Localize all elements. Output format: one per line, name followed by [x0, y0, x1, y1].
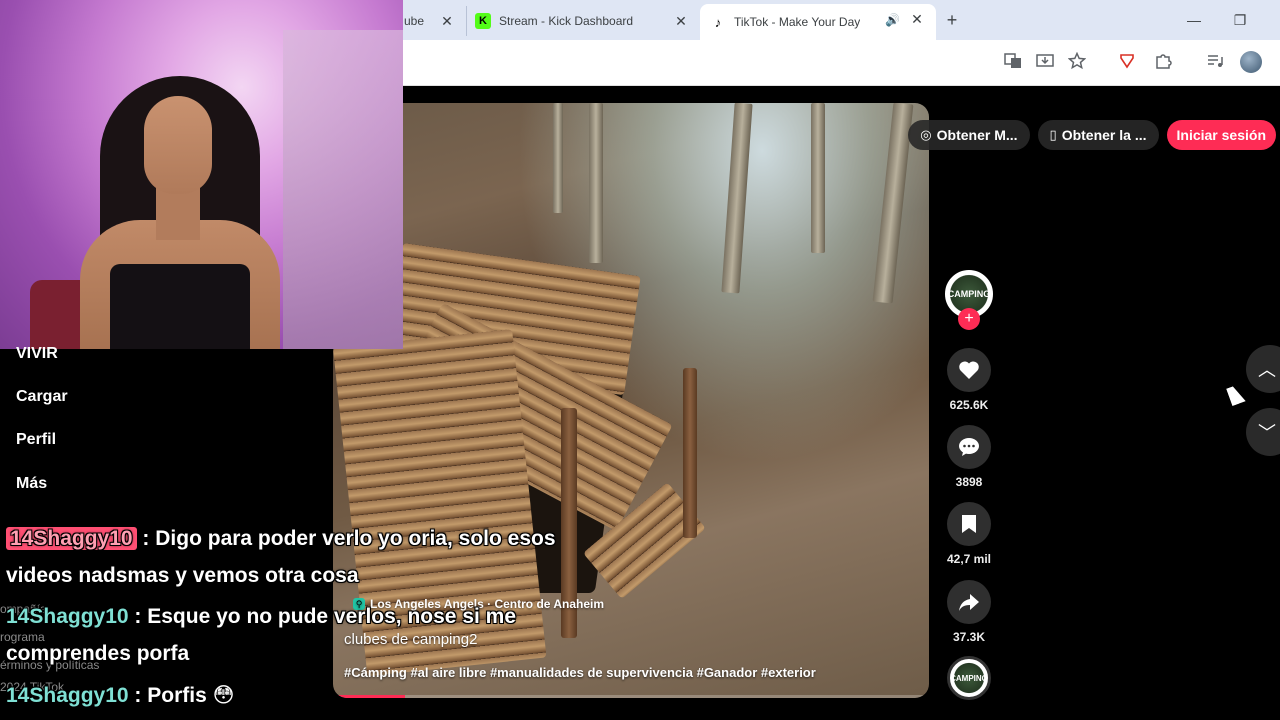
tiktok-favicon-icon: ♪: [710, 14, 726, 30]
chat-message: 14Shaggy10 : Esque yo no pude verlos, no…: [6, 605, 516, 629]
streamer-top: [110, 264, 250, 349]
tab-close-icon[interactable]: ✕: [908, 10, 926, 28]
streamer-face: [144, 96, 212, 194]
translate-icon[interactable]: [1002, 52, 1024, 74]
phone-icon: ▯: [1049, 127, 1057, 142]
chat-text: videos nadsmas y vemos otra cosa: [6, 564, 359, 587]
video-hashtags[interactable]: #Cámping #al aire libre #manualidades de…: [344, 665, 816, 680]
tab-kick-dashboard[interactable]: K Stream - Kick Dashboard ✕: [466, 6, 700, 36]
comment-count: 3898: [955, 475, 983, 489]
get-mobile-app-button[interactable]: ▯ Obtener la ...: [1037, 120, 1159, 150]
tree-trunk: [553, 103, 563, 213]
tree-trunk: [589, 103, 603, 263]
tree-trunk: [811, 103, 825, 253]
chevron-down-icon: ﹀: [1258, 423, 1276, 443]
tab-title: TikTok - Make Your Day: [734, 15, 861, 29]
tab-tiktok[interactable]: ♪ TikTok - Make Your Day 🔊 ✕: [700, 4, 936, 40]
chat-username: 14Shaggy10: [6, 684, 129, 707]
get-app-label: Obtener M...: [936, 127, 1018, 143]
menu-item-profile[interactable]: Perfil: [16, 431, 56, 449]
wooden-post: [683, 368, 697, 538]
comment-action[interactable]: 3898: [944, 425, 994, 489]
save-action[interactable]: 42,7 mil: [944, 502, 994, 566]
share-icon[interactable]: [947, 580, 991, 624]
chat-message: 14Shaggy10 : Porfis 😳: [6, 683, 235, 708]
tree-trunk: [721, 103, 753, 294]
bookmark-icon[interactable]: [947, 502, 991, 546]
chat-message-continued: videos nadsmas y vemos otra cosa: [6, 564, 359, 588]
chat-username: 14Shaggy10: [6, 527, 137, 550]
webcam-feed: [0, 0, 403, 349]
get-app-button[interactable]: ◎ Obtener M...: [908, 120, 1030, 150]
restore-button[interactable]: ❐: [1230, 10, 1250, 30]
chat-text: Digo para poder verlo yo oria, solo esos: [155, 527, 556, 550]
chevron-up-icon: ︿: [1258, 360, 1276, 380]
tab-title: Stream - Kick Dashboard: [499, 14, 634, 28]
chat-separator: :: [128, 684, 148, 707]
profile-avatar-icon[interactable]: [1240, 51, 1262, 73]
login-button[interactable]: Iniciar sesión: [1166, 120, 1276, 150]
speaker-icon[interactable]: 🔊: [885, 13, 900, 27]
heart-icon[interactable]: [947, 348, 991, 392]
like-action[interactable]: 625.6K: [944, 348, 994, 412]
star-icon[interactable]: [1066, 51, 1088, 74]
get-mobile-app-label: Obtener la ...: [1061, 127, 1147, 143]
kick-favicon-icon: K: [475, 13, 491, 29]
minimize-button[interactable]: —: [1184, 10, 1204, 30]
new-tab-button[interactable]: +: [942, 10, 962, 30]
music-disc[interactable]: CAMPING: [947, 656, 991, 700]
chat-message: 14Shaggy10 : Digo para poder verlo yo or…: [6, 527, 556, 551]
share-count: 37.3K: [952, 630, 986, 644]
chat-username: 14Shaggy10: [6, 605, 129, 628]
chat-separator: :: [136, 527, 156, 550]
chat-text: Porfis 😳: [147, 684, 235, 707]
share-action[interactable]: 37.3K: [944, 580, 994, 644]
tab-youtube[interactable]: ube ✕: [400, 6, 466, 36]
menu-item-upload[interactable]: Cargar: [16, 388, 68, 406]
like-count: 625.6K: [949, 398, 989, 412]
install-icon[interactable]: [1034, 52, 1056, 74]
chat-text: comprendes porfa: [6, 642, 190, 665]
app-icon: ◎: [920, 127, 932, 142]
tab-close-icon[interactable]: ✕: [672, 12, 690, 30]
chat-separator: :: [128, 605, 148, 628]
chat-text: Esque yo no pude verlos, nose si me: [147, 605, 517, 628]
tab-title: ube: [404, 14, 425, 28]
menu-item-live[interactable]: VIVIR: [16, 345, 58, 363]
puzzle-icon[interactable]: [1152, 52, 1174, 74]
video-progress-bar[interactable]: [333, 695, 929, 698]
menu-item-more[interactable]: Más: [16, 475, 47, 493]
media-icon[interactable]: [1204, 52, 1226, 74]
video-progress-fill: [333, 695, 405, 698]
tab-close-icon[interactable]: ✕: [438, 12, 456, 30]
save-count: 42,7 mil: [946, 552, 992, 566]
video-caption: clubes de camping2: [344, 631, 478, 648]
chat-message-continued: comprendes porfa: [6, 642, 189, 666]
extension-red-icon[interactable]: [1116, 52, 1138, 74]
follow-plus-icon[interactable]: +: [958, 308, 980, 330]
tiktok-top-actions: ◎ Obtener M... ▯ Obtener la ... Iniciar …: [908, 120, 1276, 150]
webcam-background-wall: [283, 30, 403, 349]
tree-trunk: [872, 103, 914, 304]
comment-icon[interactable]: [947, 425, 991, 469]
